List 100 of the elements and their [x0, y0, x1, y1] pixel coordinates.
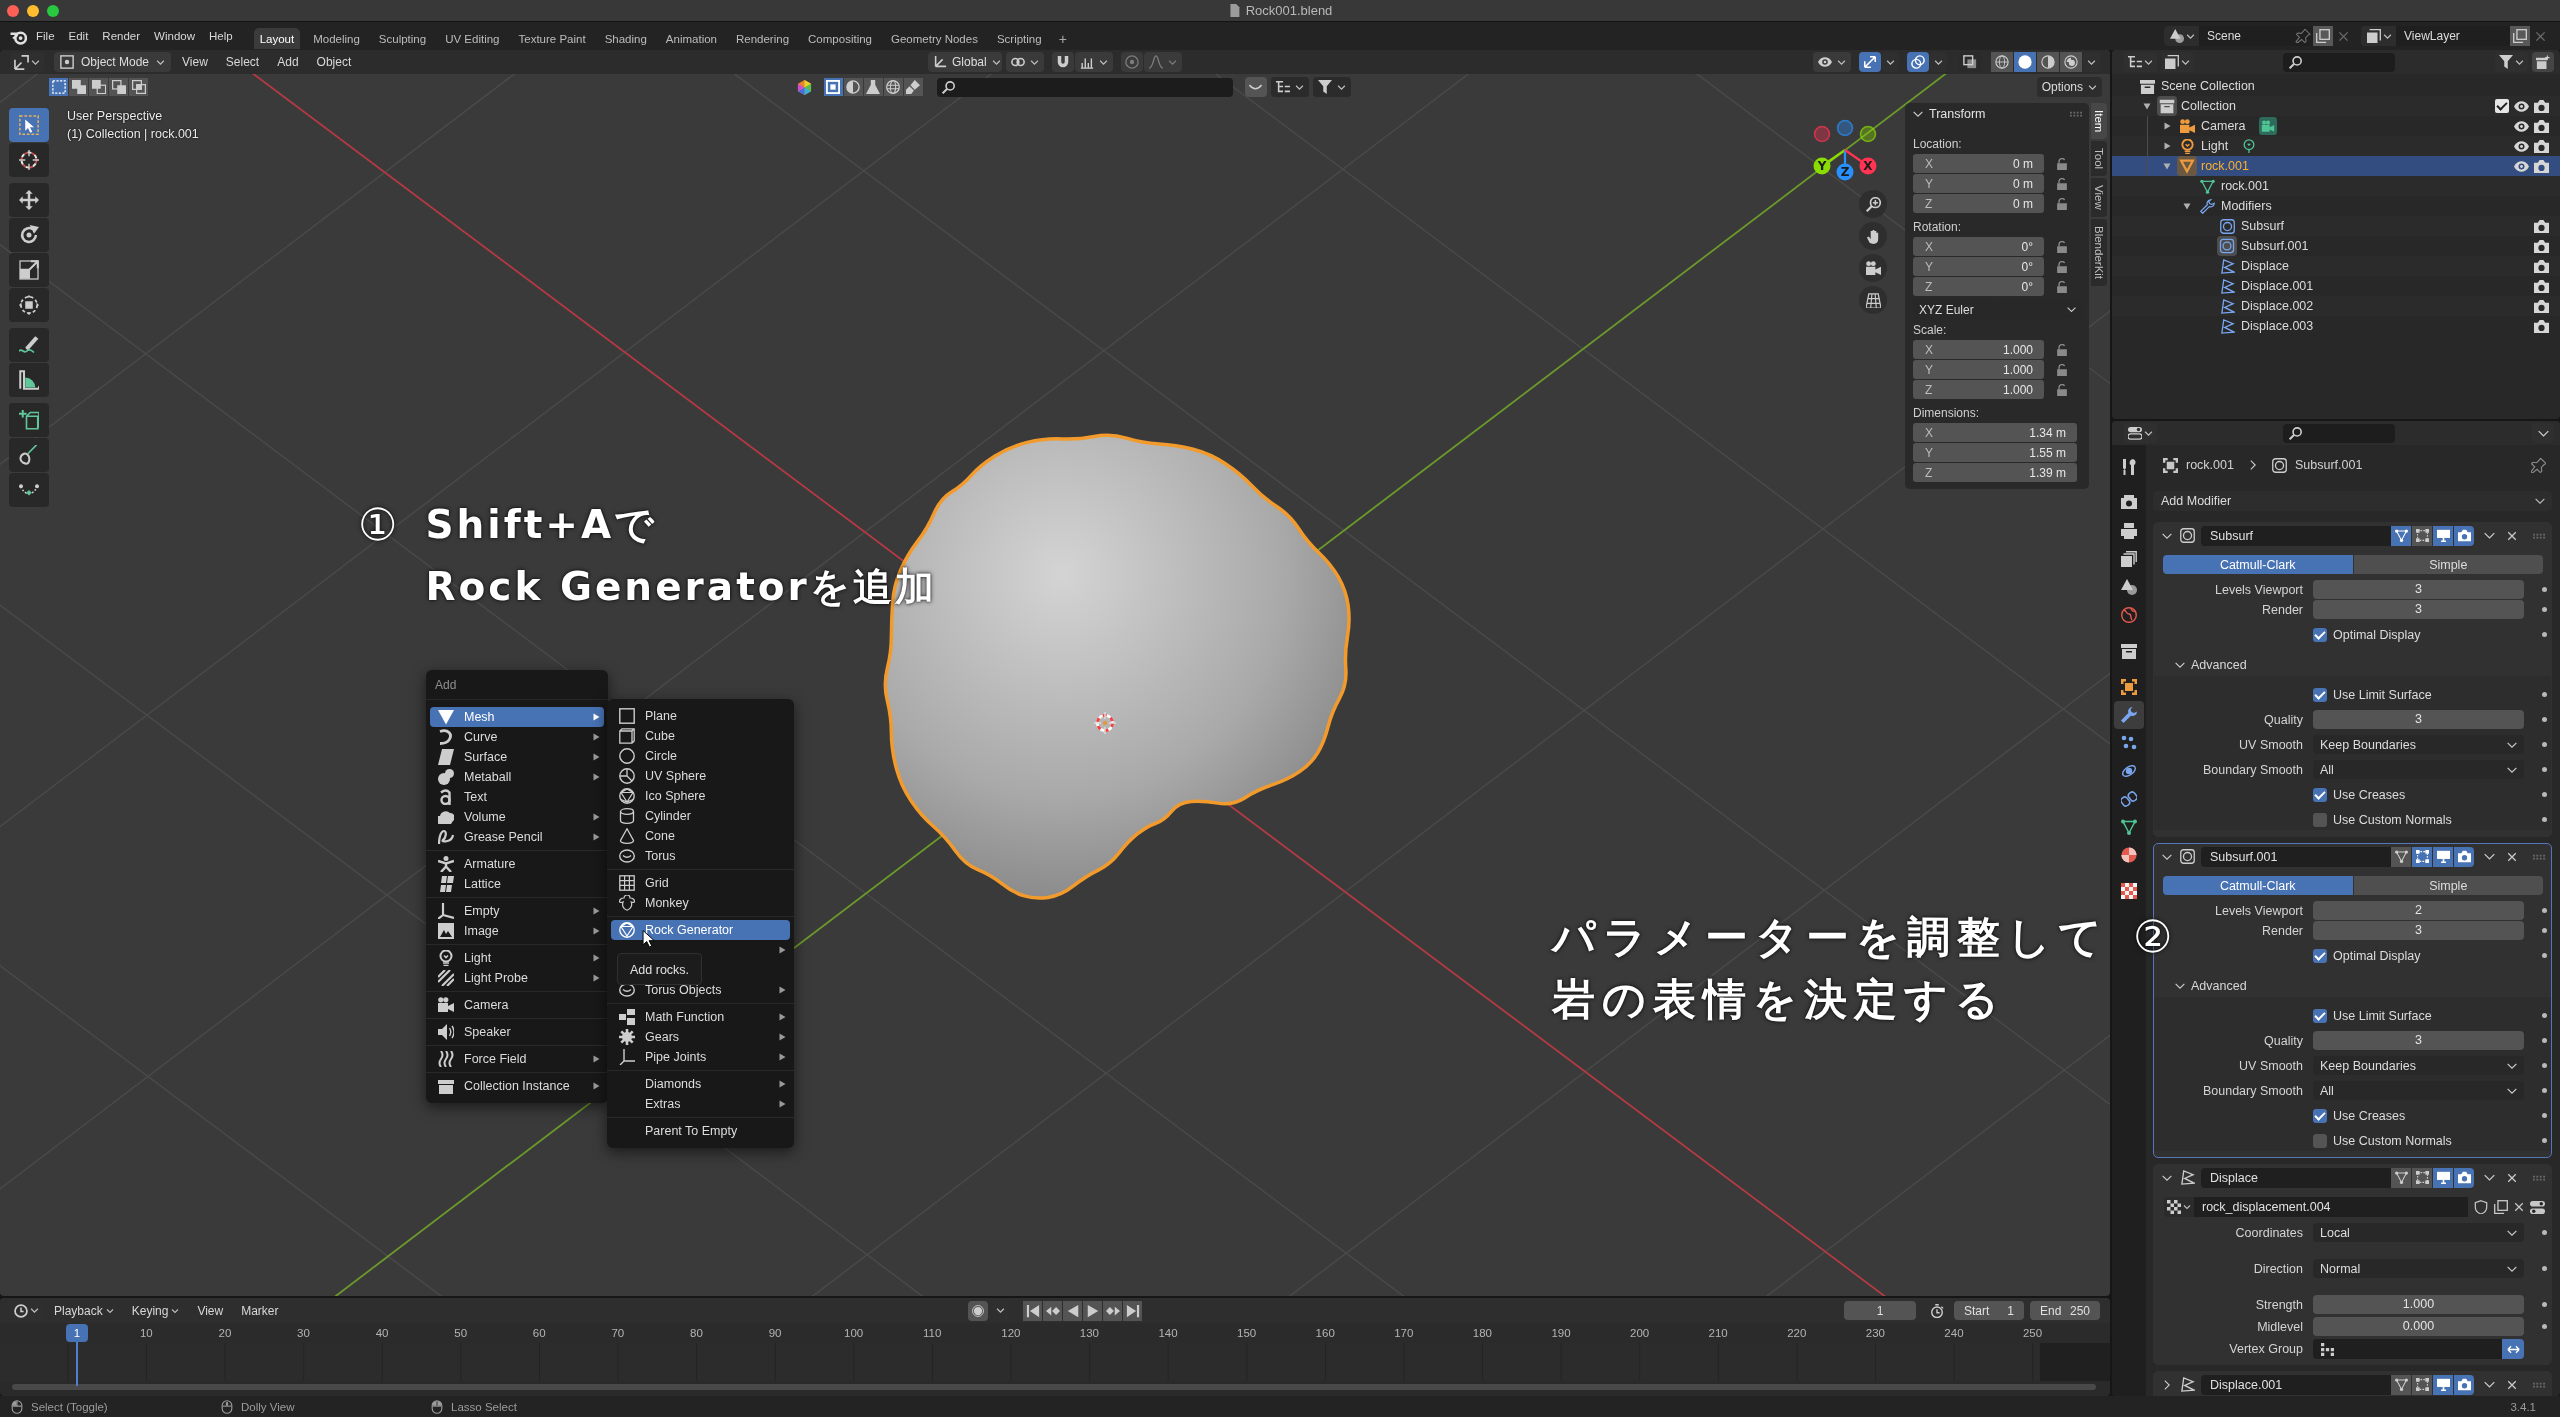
- orientation-dropdown[interactable]: Global: [928, 52, 1002, 72]
- falloff-dropdown[interactable]: [1144, 52, 1182, 72]
- menu-item[interactable]: Force Field: [430, 1049, 604, 1069]
- menu-item[interactable]: Collection Instance: [430, 1076, 604, 1096]
- decorator-dot-icon[interactable]: [2542, 817, 2547, 822]
- menu-item[interactable]: Marker: [234, 1300, 286, 1321]
- toggle-button[interactable]: [2391, 846, 2411, 867]
- menu-item[interactable]: Light: [430, 948, 604, 968]
- shading-button[interactable]: [2037, 52, 2059, 72]
- workspace-tab[interactable]: Scripting: [990, 28, 1048, 49]
- view-layer-browse-button[interactable]: [2361, 26, 2396, 46]
- dropdown[interactable]: Keep Boundaries: [2313, 735, 2524, 754]
- copy-icon[interactable]: [2494, 1200, 2508, 1214]
- decorator-dot-icon[interactable]: [2542, 792, 2547, 797]
- menu-item[interactable]: Metaball: [430, 767, 604, 787]
- tool-button[interactable]: [9, 183, 49, 217]
- menu-item[interactable]: Mesh: [430, 707, 604, 727]
- proportional-toggle[interactable]: [1121, 52, 1143, 72]
- decorator-dot-icon[interactable]: [2542, 607, 2547, 612]
- subpanel-header[interactable]: Advanced: [2154, 654, 2551, 676]
- camera-icon[interactable]: [2534, 298, 2549, 314]
- camera-icon[interactable]: [2534, 158, 2549, 174]
- toggles-icon[interactable]: [2530, 1199, 2545, 1215]
- camera-icon[interactable]: [2534, 218, 2549, 234]
- number-field[interactable]: Y 0 m: [1913, 174, 2044, 193]
- eye-icon[interactable]: [2514, 98, 2529, 114]
- select-mode-button[interactable]: [129, 78, 148, 96]
- add-workspace-button[interactable]: +: [1054, 28, 1071, 49]
- tool-button[interactable]: [9, 218, 49, 252]
- number-field[interactable]: 3: [2313, 1031, 2524, 1050]
- camera-icon[interactable]: [2534, 118, 2549, 134]
- axis-ball[interactable]: [1859, 157, 1877, 175]
- menu-item[interactable]: Rock Generator: [611, 920, 790, 940]
- menu-item[interactable]: Armature: [430, 854, 604, 874]
- number-field[interactable]: Z 1.000: [1913, 380, 2044, 399]
- menu-item[interactable]: Torus: [611, 846, 790, 866]
- lock-icon[interactable]: [2056, 280, 2068, 293]
- workspace-tab[interactable]: Sculpting: [372, 28, 433, 49]
- number-field[interactable]: Z 0°: [1913, 277, 2044, 296]
- workspace-tab[interactable]: Rendering: [730, 28, 796, 49]
- decorator-dot-icon[interactable]: [2542, 1038, 2547, 1043]
- invert-button[interactable]: [2502, 1339, 2524, 1359]
- checkbox[interactable]: [2313, 787, 2327, 802]
- dropdown[interactable]: Keep Boundaries: [2313, 1056, 2524, 1075]
- number-field[interactable]: Z 1.39 m: [1913, 463, 2077, 482]
- decorator-dot-icon[interactable]: [2542, 1113, 2547, 1118]
- axis-ball[interactable]: [1813, 157, 1831, 175]
- workspace-tab[interactable]: Animation: [659, 28, 723, 49]
- menu-item[interactable]: Cube: [611, 726, 790, 746]
- menu-item[interactable]: Help: [202, 25, 240, 47]
- menu-item[interactable]: Empty: [430, 901, 604, 921]
- menu-item[interactable]: Select: [218, 52, 267, 72]
- down-triangle-icon[interactable]: [2143, 102, 2151, 110]
- search-field[interactable]: [936, 77, 1233, 97]
- playback-button[interactable]: [1023, 1300, 1042, 1321]
- menu-item[interactable]: View: [175, 52, 215, 72]
- number-field[interactable]: 0.000: [2313, 1317, 2524, 1336]
- decorator-dot-icon[interactable]: [2542, 692, 2547, 697]
- visibility-dropdown[interactable]: [1813, 52, 1851, 72]
- lock-icon[interactable]: [2056, 260, 2068, 273]
- playback-button[interactable]: [1063, 1300, 1082, 1321]
- zoom-button[interactable]: [47, 4, 59, 17]
- start-frame-field[interactable]: Start 1: [1954, 1301, 2024, 1320]
- filter-dropdown[interactable]: [1312, 77, 1351, 97]
- navigation-button[interactable]: [1859, 286, 1887, 314]
- number-field[interactable]: X 1.000: [1913, 340, 2044, 359]
- mode-dropdown[interactable]: Object Mode: [54, 52, 172, 72]
- menu-item[interactable]: Parent To Empty: [611, 1121, 790, 1141]
- toggle-button[interactable]: [2454, 525, 2474, 546]
- camera-icon[interactable]: [2534, 238, 2549, 254]
- decorator-dot-icon[interactable]: [2542, 1266, 2547, 1271]
- decorator-dot-icon[interactable]: [2542, 928, 2547, 933]
- camera-icon[interactable]: [2534, 258, 2549, 274]
- workspace-tab[interactable]: Compositing: [802, 28, 878, 49]
- sidebar-tab[interactable]: Item: [2091, 103, 2107, 140]
- menu-item[interactable]: Extras: [611, 1094, 790, 1114]
- tool-button[interactable]: [9, 403, 49, 437]
- checkbox[interactable]: [2313, 687, 2327, 702]
- dropdown[interactable]: All: [2313, 1081, 2524, 1100]
- hexagon-icon[interactable]: [796, 79, 812, 95]
- toggle-button[interactable]: [2433, 525, 2453, 546]
- menu-item[interactable]: Window: [147, 25, 202, 47]
- playback-button[interactable]: [1083, 1300, 1102, 1321]
- menu-item[interactable]: Gears: [611, 1027, 790, 1047]
- new-collection-button[interactable]: [2532, 52, 2554, 72]
- decorator-dot-icon[interactable]: [2542, 1230, 2547, 1235]
- number-field[interactable]: 1.000: [2313, 1295, 2524, 1314]
- decorator-dot-icon[interactable]: [2542, 953, 2547, 958]
- workspace-tab[interactable]: Layout: [253, 28, 301, 49]
- display-button[interactable]: [863, 78, 883, 96]
- tool-button[interactable]: [9, 473, 49, 507]
- display-button[interactable]: [823, 78, 843, 96]
- display-button[interactable]: [903, 78, 923, 96]
- minimize-button[interactable]: [27, 4, 39, 17]
- scene-browse-button[interactable]: [2164, 26, 2199, 46]
- display-button[interactable]: [883, 78, 903, 96]
- number-field[interactable]: Z 0 m: [1913, 194, 2044, 213]
- workspace-tab[interactable]: UV Editing: [439, 28, 506, 49]
- axis-end-icon[interactable]: [1859, 125, 1877, 143]
- menu-item[interactable]: Curve: [430, 727, 604, 747]
